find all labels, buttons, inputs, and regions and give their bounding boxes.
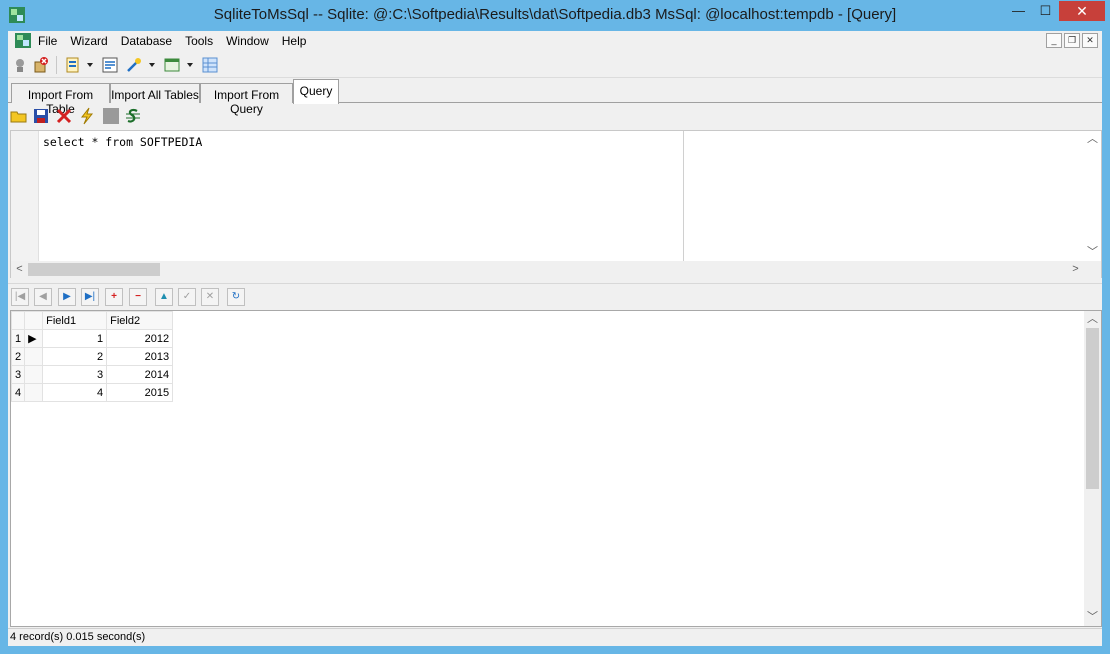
cell-field1[interactable]: 2: [42, 347, 108, 366]
menu-help[interactable]: Help: [282, 33, 307, 49]
row-marker: [24, 383, 44, 402]
first-record-icon[interactable]: |◀: [11, 288, 29, 306]
tab-import-from-table[interactable]: Import From Table: [11, 83, 110, 116]
tab-strip: Import From Table Import All Tables Impo…: [8, 79, 1102, 116]
editor-horizontal-scrollbar[interactable]: < >: [11, 261, 1101, 278]
editor-gutter: [11, 131, 39, 261]
close-button[interactable]: ✕: [1059, 1, 1105, 21]
menu-wizard[interactable]: Wizard: [70, 33, 107, 49]
editor-vertical-scrollbar[interactable]: ︿ ﹀: [1084, 131, 1101, 261]
status-bar: 4 record(s) 0.015 second(s): [8, 628, 1102, 646]
data-navigator: |◀ ◀ ▶ ▶| + − ▲ ✓ ✕ ↻: [8, 283, 1102, 309]
last-record-icon[interactable]: ▶|: [81, 288, 99, 306]
execute-icon[interactable]: [78, 107, 96, 125]
prior-record-icon[interactable]: ◀: [34, 288, 52, 306]
horizontal-scroll-thumb[interactable]: [28, 263, 160, 276]
row-number: 4: [10, 383, 26, 402]
sql-editor[interactable]: select * from SOFTPEDIA ︿ ﹀ < >: [10, 130, 1102, 278]
data-table: Field1 Field2 1 ▶ 1 2012 2 2 2013 3 3 20…: [10, 311, 174, 402]
wizard-dropdown-icon[interactable]: [87, 63, 93, 67]
cell-field2[interactable]: 2014: [106, 365, 174, 384]
vertical-scroll-thumb[interactable]: [1086, 328, 1099, 489]
table-row[interactable]: 1 ▶ 1 2012: [10, 329, 174, 348]
row-indicator-header: [10, 311, 26, 330]
menu-window[interactable]: Window: [226, 33, 269, 49]
post-record-icon[interactable]: ✓: [178, 288, 196, 306]
wand-dropdown-icon[interactable]: [149, 63, 155, 67]
column-header-field1[interactable]: Field1: [42, 311, 108, 330]
mdi-child-icon[interactable]: [14, 32, 32, 49]
tab-import-all-tables[interactable]: Import All Tables: [110, 83, 200, 103]
edit-record-icon[interactable]: ▲: [155, 288, 173, 306]
menu-database[interactable]: Database: [121, 33, 172, 49]
tab-import-from-query[interactable]: Import From Query: [200, 83, 293, 116]
window-icon[interactable]: [163, 56, 181, 74]
scroll-right-icon[interactable]: >: [1067, 261, 1084, 278]
cell-field1[interactable]: 3: [42, 365, 108, 384]
window-title: SqliteToMsSql -- Sqlite: @:C:\Softpedia\…: [213, 6, 897, 23]
title-bar[interactable]: SqliteToMsSql -- Sqlite: @:C:\Softpedia\…: [0, 0, 1110, 31]
grid-view-icon[interactable]: [201, 56, 219, 74]
minimize-button[interactable]: —: [1005, 1, 1032, 21]
app-window: SqliteToMsSql -- Sqlite: @:C:\Softpedia\…: [0, 0, 1110, 654]
cell-field2[interactable]: 2013: [106, 347, 174, 366]
menu-file[interactable]: File: [38, 33, 57, 49]
sql-text[interactable]: select * from SOFTPEDIA: [43, 135, 202, 149]
status-text: 4 record(s) 0.015 second(s): [10, 631, 146, 643]
row-marker-header: [24, 311, 44, 330]
grid-vertical-scrollbar[interactable]: ︿ ﹀: [1084, 311, 1101, 626]
connect-icon[interactable]: [11, 56, 29, 74]
sql-icon[interactable]: [101, 56, 119, 74]
refresh-icon[interactable]: ↻: [227, 288, 245, 306]
scroll-up-icon[interactable]: ︿: [1084, 131, 1101, 148]
row-number: 3: [10, 365, 26, 384]
menu-bar: File Wizard Database Tools Window Help _…: [8, 31, 1102, 51]
header-row: Field1 Field2: [10, 311, 174, 330]
query-toolbar: [8, 104, 1102, 129]
current-row-arrow-icon: ▶: [24, 329, 44, 348]
tab-query[interactable]: Query: [293, 79, 339, 104]
cell-field1[interactable]: 4: [42, 383, 108, 402]
wizard-icon[interactable]: [64, 56, 82, 74]
disconnect-icon[interactable]: [32, 56, 50, 74]
open-folder-icon[interactable]: [10, 107, 28, 125]
magic-wand-icon[interactable]: [125, 56, 143, 74]
row-number: 2: [10, 347, 26, 366]
clear-icon[interactable]: [55, 107, 73, 125]
table-row[interactable]: 3 3 2014: [10, 365, 174, 384]
mdi-minimize-button[interactable]: _: [1046, 33, 1062, 48]
column-header-field2[interactable]: Field2: [106, 311, 174, 330]
client-area: File Wizard Database Tools Window Help _…: [8, 31, 1102, 646]
sql-format-icon[interactable]: [124, 107, 142, 125]
next-record-icon[interactable]: ▶: [58, 288, 76, 306]
editor-right-margin: [683, 131, 684, 261]
insert-record-icon[interactable]: +: [105, 288, 123, 306]
cell-field1[interactable]: 1: [42, 329, 108, 348]
window-dropdown-icon[interactable]: [187, 63, 193, 67]
scroll-down-icon[interactable]: ﹀: [1084, 609, 1101, 626]
mdi-close-button[interactable]: ✕: [1082, 33, 1098, 48]
table-row[interactable]: 4 4 2015: [10, 383, 174, 402]
result-grid[interactable]: Field1 Field2 1 ▶ 1 2012 2 2 2013 3 3 20…: [10, 310, 1102, 627]
scroll-down-icon[interactable]: ﹀: [1084, 244, 1101, 261]
main-toolbar: [8, 52, 1102, 78]
row-number: 1: [10, 329, 26, 348]
save-icon[interactable]: [32, 107, 50, 125]
table-row[interactable]: 2 2 2013: [10, 347, 174, 366]
cancel-edit-icon[interactable]: ✕: [201, 288, 219, 306]
mdi-restore-button[interactable]: ❐: [1064, 33, 1080, 48]
row-marker: [24, 347, 44, 366]
maximize-button[interactable]: ☐: [1032, 1, 1059, 21]
scroll-left-icon[interactable]: <: [11, 261, 28, 278]
stop-icon[interactable]: [102, 107, 120, 125]
cell-field2[interactable]: 2012: [106, 329, 174, 348]
menu-tools[interactable]: Tools: [185, 33, 213, 49]
delete-record-icon[interactable]: −: [129, 288, 147, 306]
row-marker: [24, 365, 44, 384]
scroll-up-icon[interactable]: ︿: [1084, 311, 1101, 328]
cell-field2[interactable]: 2015: [106, 383, 174, 402]
